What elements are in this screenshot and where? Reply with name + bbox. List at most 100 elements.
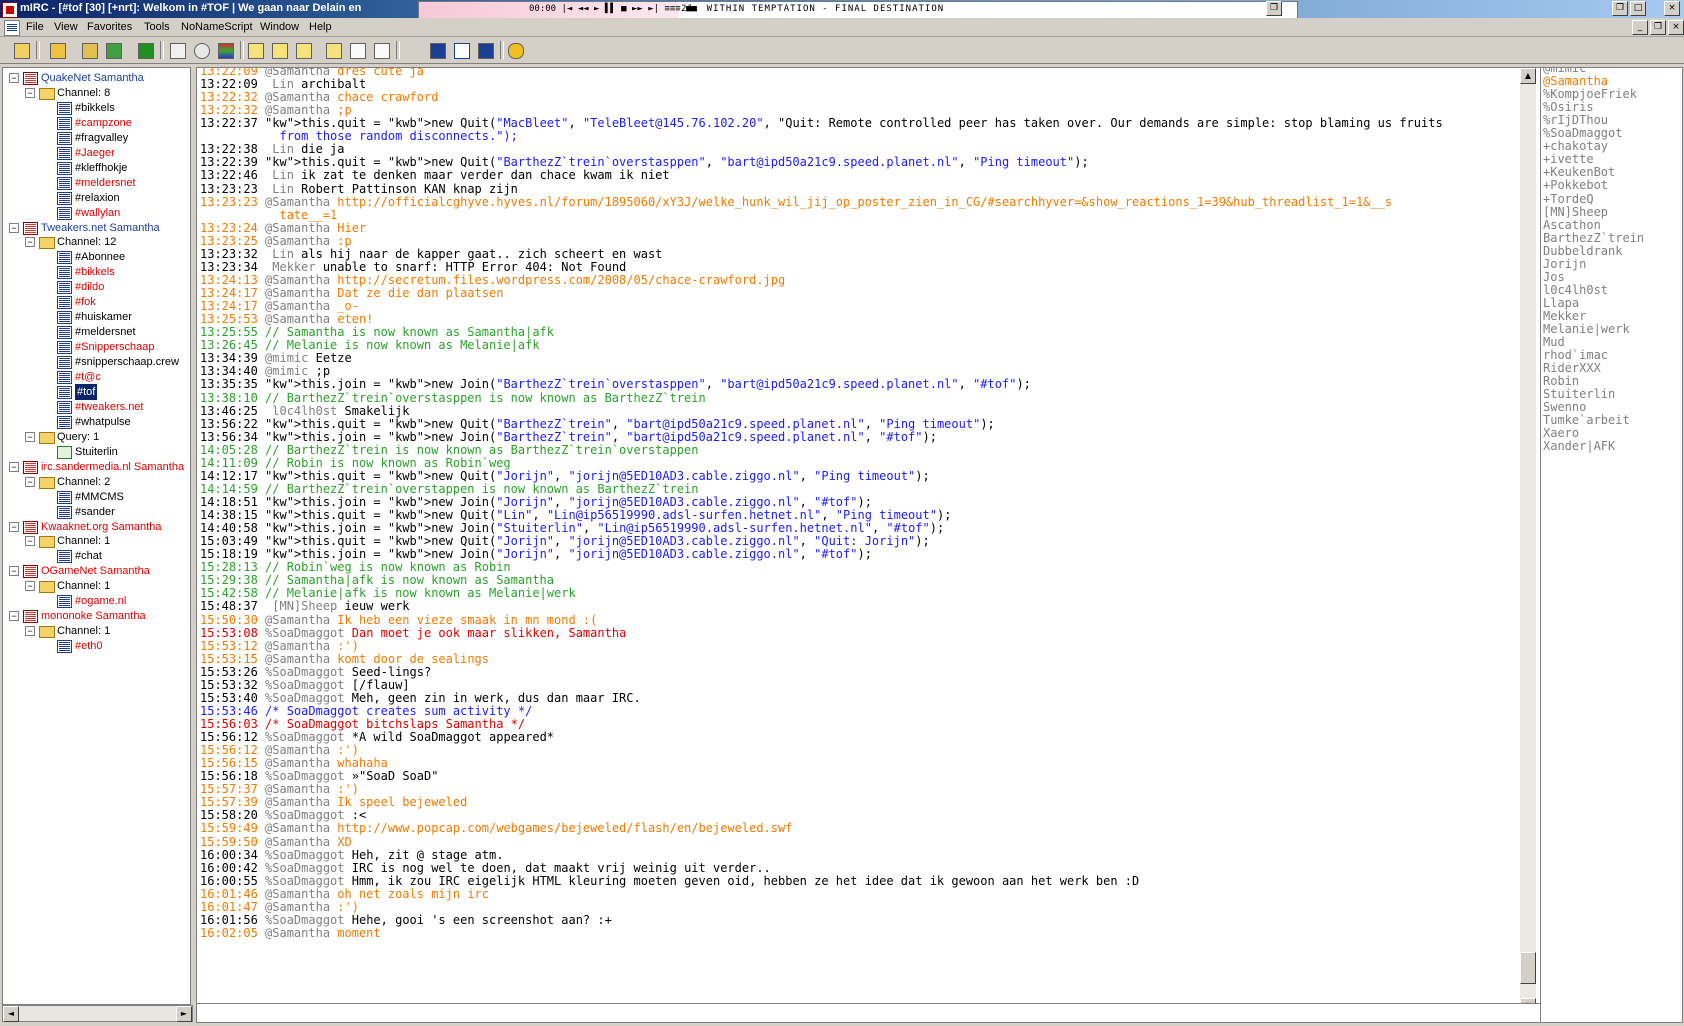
collapse-icon[interactable]: − — [25, 581, 35, 592]
nick-item[interactable]: @Samantha — [1543, 74, 1608, 88]
media-controls[interactable]: 00:00 |◄ ◄◄ ► ▌▌ ■ ►► ►| ≡≡≡ ■■ — [529, 4, 697, 14]
connect-icon[interactable] — [12, 41, 30, 59]
dcc-icon[interactable] — [168, 41, 186, 59]
scroll-left-icon[interactable]: ◄ — [3, 1006, 19, 1022]
nick-item[interactable]: %SoaDmaggot — [1543, 126, 1622, 140]
nick-item[interactable]: %Osiris — [1543, 100, 1594, 114]
nicklist[interactable]: @mimic @Samantha %KompjoeFriek %Osiris %rIjD… — [1540, 67, 1683, 1023]
chat-line: 13:22:32 @Samantha chace crawford — [200, 90, 439, 105]
nick-item[interactable]: Swenno — [1543, 400, 1586, 414]
tree-item-label: #eth0 — [75, 640, 103, 653]
nick-item[interactable]: +TordeQ — [1543, 192, 1594, 206]
nick-item[interactable]: %KompjoeFriek — [1543, 87, 1637, 101]
collapse-icon[interactable]: − — [9, 521, 19, 532]
scroll-right-icon[interactable]: ► — [176, 1006, 192, 1022]
collapse-icon[interactable]: − — [9, 461, 19, 472]
collapse-icon[interactable]: − — [9, 611, 19, 622]
collapse-icon[interactable]: − — [9, 566, 19, 577]
nick-item[interactable]: [MN]Sheep — [1543, 205, 1608, 219]
list-icon[interactable] — [294, 41, 312, 59]
collapse-icon[interactable]: − — [25, 476, 35, 487]
nick-item[interactable]: BarthezZ`trein — [1543, 231, 1644, 245]
channels-icon[interactable] — [104, 41, 122, 59]
close-icon[interactable]: × — [1664, 1, 1680, 16]
collapse-icon[interactable]: − — [9, 222, 19, 233]
cascade-icon[interactable] — [372, 41, 390, 59]
menu-bar: File View Favorites Tools NoNameScript W… — [0, 18, 1684, 37]
media-player-strip[interactable]: 00:00 |◄ ◄◄ ► ▌▌ ■ ►► ►| ≡≡≡ ■■ 21. WITH… — [418, 1, 1298, 19]
nick-item[interactable]: Robin — [1543, 374, 1579, 388]
colors-icon[interactable] — [216, 41, 234, 59]
log-icon[interactable] — [246, 41, 264, 59]
arrange-icon[interactable] — [428, 41, 446, 59]
restore-icon[interactable]: ❐ — [1612, 1, 1628, 16]
chat-line: 14:11:09 // Robin is now known as Robin`… — [200, 455, 511, 470]
nick-item[interactable]: l0c4lh0st — [1543, 283, 1608, 297]
menu-window[interactable]: Window — [260, 21, 299, 33]
chat-scrollbar[interactable]: ▲ ▼ — [1520, 68, 1536, 1014]
away-icon[interactable] — [324, 41, 342, 59]
menu-nonamescript[interactable]: NoNameScript — [181, 21, 253, 33]
collapse-icon[interactable]: − — [25, 87, 35, 98]
nick-item[interactable]: +KeukenBot — [1543, 165, 1615, 179]
chat-line: 15:56:12 %SoaDmaggot *A wild SoaDmaggot … — [200, 730, 555, 745]
options-icon[interactable] — [48, 41, 66, 59]
nick-item[interactable]: Melanie|werk — [1543, 322, 1630, 336]
nick-item[interactable]: Xaero — [1543, 426, 1579, 440]
menu-favorites[interactable]: Favorites — [87, 21, 132, 33]
nick-item[interactable]: Ascathon — [1543, 218, 1601, 232]
nick-item[interactable]: RiderXXX — [1543, 361, 1601, 375]
treebar[interactable]: − QuakeNet Samantha − Channel: 8 #bikkels #ca… — [2, 67, 191, 1005]
cascade-windows-icon[interactable] — [476, 41, 494, 59]
scroll-up-icon[interactable]: ▲ — [1520, 68, 1536, 84]
nick-item[interactable]: Xander|AFK — [1543, 439, 1615, 453]
collapse-icon[interactable]: − — [25, 237, 35, 248]
mdi-restore-icon[interactable]: ❐ — [1650, 20, 1666, 35]
nick-item[interactable]: +chakotay — [1543, 139, 1608, 153]
nick-item[interactable]: Tumke`arbeit — [1543, 413, 1630, 427]
collapse-icon[interactable]: − — [25, 536, 35, 547]
nick-item[interactable]: Jorijn — [1543, 257, 1586, 271]
chat-line: 16:00:34 %SoaDmaggot Heh, zit @ stage at… — [200, 847, 504, 862]
menu-help[interactable]: Help — [309, 21, 332, 33]
tile-vertical-icon[interactable] — [452, 41, 470, 59]
menu-view[interactable]: View — [54, 21, 78, 33]
mirc-app-icon[interactable] — [2, 2, 18, 18]
channel-icon — [57, 266, 72, 280]
server-icon — [23, 221, 38, 235]
message-input[interactable] — [196, 1003, 1562, 1023]
maximize-icon[interactable]: □ — [1630, 1, 1646, 16]
nick-item[interactable]: Llapa — [1543, 296, 1579, 310]
media-restore-icon[interactable]: ❐ — [1266, 1, 1282, 16]
nick-item[interactable]: rhod`imac — [1543, 348, 1608, 362]
timer-icon[interactable] — [192, 41, 210, 59]
nick-item[interactable]: Mekker — [1543, 309, 1586, 323]
mdi-minimize-icon[interactable]: _ — [1632, 20, 1648, 35]
nick-item[interactable]: Mud — [1543, 335, 1565, 349]
nick-item[interactable]: %rIjDThou — [1543, 113, 1608, 127]
nick-item[interactable]: +ivette — [1543, 152, 1594, 166]
scrollbar-thumb[interactable] — [1520, 952, 1536, 984]
notify-icon[interactable] — [270, 41, 288, 59]
channel-window-icon[interactable] — [4, 20, 20, 36]
nick-item[interactable]: Stuiterlin — [1543, 387, 1615, 401]
address-book-icon[interactable] — [80, 41, 98, 59]
tile-icon[interactable] — [348, 41, 366, 59]
scripts-icon[interactable] — [136, 41, 154, 59]
collapse-icon[interactable]: − — [25, 626, 35, 637]
toolbar-separator — [396, 41, 400, 59]
menu-tools[interactable]: Tools — [144, 21, 170, 33]
treebar-scrollbar[interactable]: ◄ ► — [2, 1005, 193, 1022]
menu-file[interactable]: File — [26, 21, 44, 33]
nick-item[interactable]: Jos — [1543, 270, 1565, 284]
nick-item[interactable]: Dubbeldrank — [1543, 244, 1622, 258]
chat-line: 13:22:37 "kw">this.quit = "kwb">new Quit… — [200, 116, 1443, 131]
help-icon[interactable] — [506, 41, 524, 59]
nick-item[interactable]: +Pokkebot — [1543, 178, 1608, 192]
tree-item-label: Channel: 2 — [57, 475, 111, 488]
collapse-icon[interactable]: − — [9, 73, 19, 83]
mdi-close-icon[interactable]: × — [1668, 20, 1684, 35]
collapse-icon[interactable]: − — [25, 431, 35, 442]
tree-item-label: #ogame.nl — [75, 595, 127, 608]
chat-log[interactable]: 13:22:09 @Samantha dres cute ja 13:22:09 … — [196, 67, 1563, 1017]
